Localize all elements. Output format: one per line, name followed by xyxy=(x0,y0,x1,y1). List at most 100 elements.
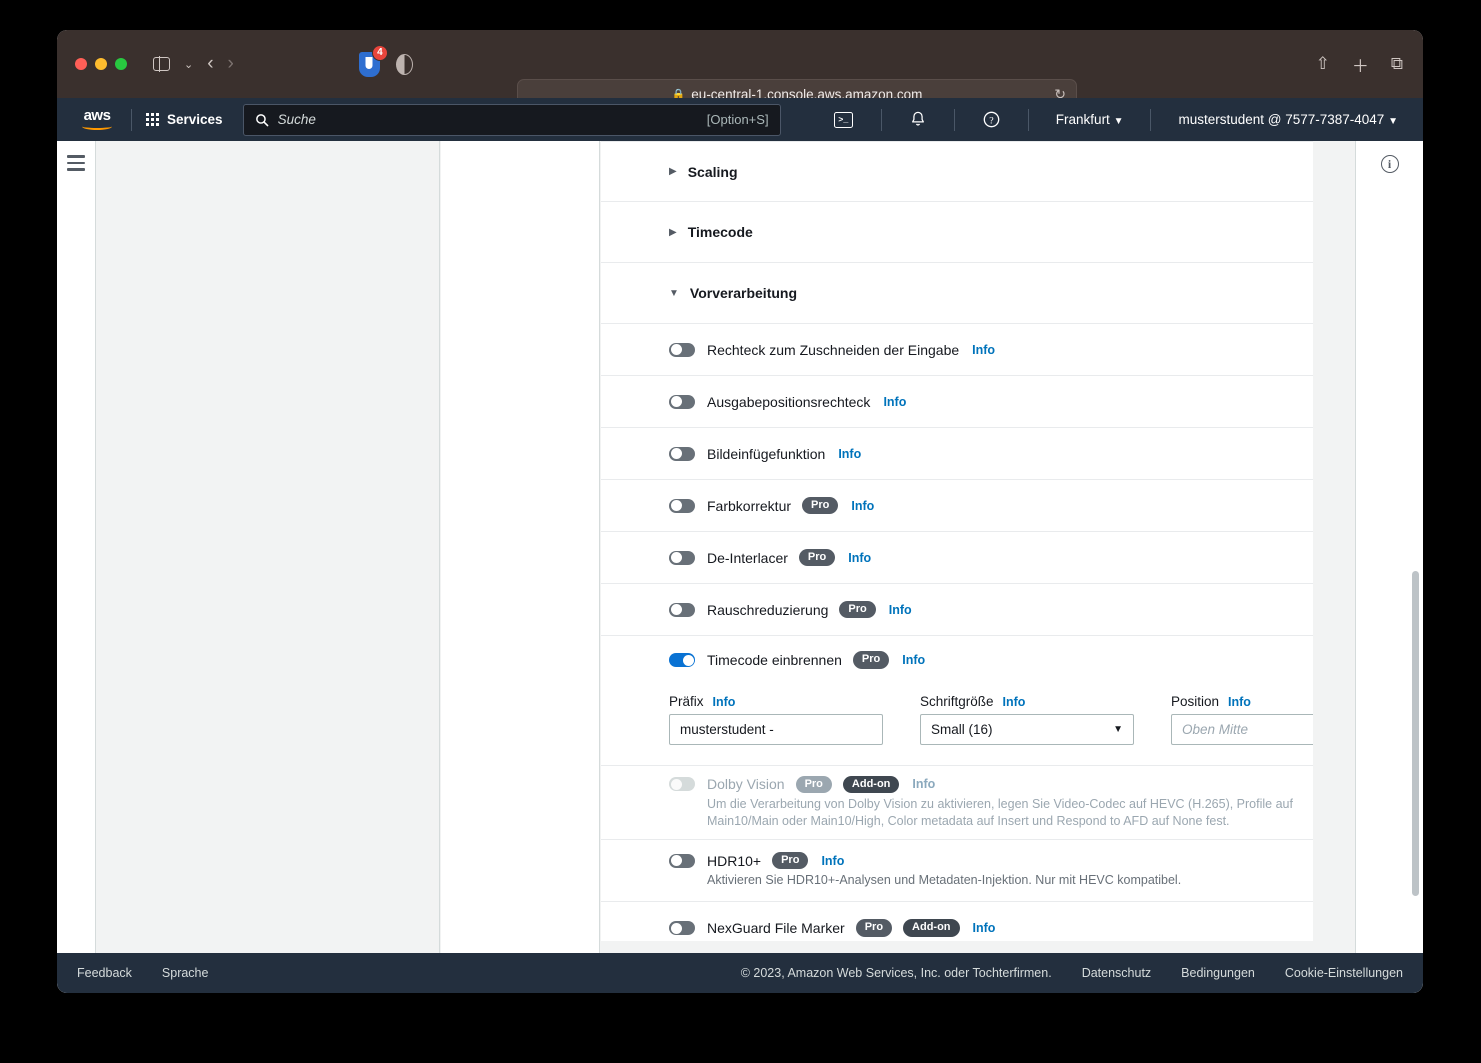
field-label: Präfix xyxy=(669,694,704,709)
addon-badge: Add-on xyxy=(903,919,960,937)
chevron-down-icon[interactable]: ⌄ xyxy=(184,58,193,71)
section-title: Vorverarbeitung xyxy=(689,285,798,301)
svg-text:?: ? xyxy=(989,115,993,126)
browser-toolbar: ⌄ ‹ › 4 🔒 eu-central-1.console.aws.amazo… xyxy=(57,30,1423,109)
browser-window: ⌄ ‹ › 4 🔒 eu-central-1.console.aws.amazo… xyxy=(57,30,1423,993)
section-header-scaling[interactable]: ▶ Scaling xyxy=(601,141,1313,202)
toggle-timecode-burnin[interactable] xyxy=(669,653,695,667)
option-label: Rechteck zum Zuschneiden der Eingabe xyxy=(707,341,960,358)
info-link[interactable]: Info xyxy=(848,551,871,565)
option-label: NexGuard File Marker xyxy=(707,920,845,936)
option-label: Ausgabepositionsrechteck xyxy=(707,393,871,410)
toggle-nexguard[interactable] xyxy=(669,921,695,935)
global-nav-right: >_ ? Frankfurt ▼ musterstudent @ 7577-73… xyxy=(820,108,1411,131)
option-label: De-Interlacer xyxy=(707,549,788,566)
search-icon xyxy=(255,113,268,126)
chevron-down-icon: ▼ xyxy=(1113,724,1123,735)
option-row-position-rectangle: Ausgabepositionsrechteck Info xyxy=(601,376,1313,428)
question-circle-icon[interactable]: ? xyxy=(969,111,1014,128)
pro-badge: Pro xyxy=(839,600,876,619)
divider xyxy=(953,108,955,131)
hamburger-menu-icon[interactable] xyxy=(67,155,85,953)
copyright-text: © 2023, Amazon Web Services, Inc. oder T… xyxy=(740,966,1052,980)
info-circle-icon[interactable]: i xyxy=(1380,155,1399,173)
browser-extensions: 4 xyxy=(358,44,413,77)
section-header-timecode[interactable]: ▶ Timecode xyxy=(601,202,1313,263)
prefix-input[interactable] xyxy=(669,714,883,745)
share-icon[interactable]: ⇧ xyxy=(1316,54,1330,74)
field-fontsize: Schriftgröße Info Small (16) ▼ xyxy=(920,694,1134,745)
reader-contrast-icon[interactable] xyxy=(395,53,413,75)
info-link[interactable]: Info xyxy=(973,921,996,935)
pro-badge: Pro xyxy=(798,548,836,567)
region-selector[interactable]: Frankfurt ▼ xyxy=(1043,112,1137,127)
info-link[interactable]: Info xyxy=(902,653,925,667)
maximize-window-button[interactable] xyxy=(115,58,127,70)
addon-badge: Add-on xyxy=(842,775,900,793)
toggle-noise-reducer[interactable] xyxy=(669,602,695,617)
cloudshell-button[interactable]: >_ xyxy=(820,111,867,128)
position-placeholder: Oben Mitte xyxy=(1182,722,1249,737)
info-link[interactable]: Info xyxy=(912,777,935,791)
aws-logo[interactable]: aws xyxy=(77,108,117,130)
chevron-right-icon: ▶ xyxy=(669,166,677,177)
divider xyxy=(131,108,132,131)
position-select[interactable]: Oben Mitte ▼ xyxy=(1171,714,1313,745)
option-row-timecode-burnin: Timecode einbrennen Pro Info xyxy=(601,636,1313,684)
option-label: HDR10+ xyxy=(707,852,762,869)
back-arrow-icon[interactable]: ‹ xyxy=(207,53,213,75)
search-input[interactable]: Suche [Option+S] xyxy=(242,103,781,136)
info-link[interactable]: Info xyxy=(1228,695,1251,709)
minimize-window-button[interactable] xyxy=(95,58,107,70)
forward-arrow-icon[interactable]: › xyxy=(228,53,234,75)
sidebar-toggle-icon[interactable] xyxy=(153,56,170,72)
divider xyxy=(1150,108,1152,131)
toggle-image-inserter[interactable] xyxy=(669,446,695,461)
option-label: Timecode einbrennen xyxy=(707,652,842,668)
info-link[interactable]: Info xyxy=(713,695,736,709)
option-row-deinterlacer: De-Interlacer Pro Info xyxy=(601,532,1313,584)
close-window-button[interactable] xyxy=(75,58,87,70)
terms-link[interactable]: Bedingungen xyxy=(1181,966,1255,980)
toggle-hdr10plus[interactable] xyxy=(669,853,695,868)
info-link[interactable]: Info xyxy=(821,854,844,868)
window-traffic-lights xyxy=(75,58,127,70)
tab-overview-icon[interactable]: ⧉ xyxy=(1391,54,1403,74)
plus-icon[interactable]: ＋ xyxy=(1352,52,1369,77)
info-link[interactable]: Info xyxy=(889,603,912,617)
info-link[interactable]: Info xyxy=(883,395,906,409)
language-link[interactable]: Sprache xyxy=(162,966,209,980)
cookie-settings-link[interactable]: Cookie-Einstellungen xyxy=(1285,966,1403,980)
fontsize-select[interactable]: Small (16) ▼ xyxy=(920,714,1134,745)
toggle-crop-rectangle[interactable] xyxy=(669,342,695,357)
info-link[interactable]: Info xyxy=(838,447,861,461)
option-label: Farbkorrektur xyxy=(707,497,792,514)
grid-icon xyxy=(146,113,159,126)
section-title: Timecode xyxy=(687,224,753,240)
main-content-scroll-area[interactable]: ▶ Scaling ▶ Timecode ▼ Vorverarbeitung R… xyxy=(601,141,1313,953)
divider xyxy=(1027,108,1029,131)
pro-badge: Pro xyxy=(772,852,809,870)
browser-toolbar-actions: ⇧ ＋ ⧉ xyxy=(1316,52,1403,77)
toggle-position-rectangle[interactable] xyxy=(669,394,695,409)
services-menu-button[interactable]: Services xyxy=(146,112,223,127)
toggle-deinterlacer[interactable] xyxy=(669,550,695,565)
aws-global-navigation: aws Services Suche [Option+S] >_ ? Frank… xyxy=(57,98,1423,141)
info-link[interactable]: Info xyxy=(851,499,874,513)
privacy-link[interactable]: Datenschutz xyxy=(1082,966,1151,980)
section-header-vorverarbeitung[interactable]: ▼ Vorverarbeitung xyxy=(601,263,1313,324)
field-label: Position xyxy=(1171,694,1220,709)
pro-badge: Pro xyxy=(852,651,890,669)
option-row-color-corrector: Farbkorrektur Pro Info xyxy=(601,480,1313,532)
info-link[interactable]: Info xyxy=(1003,695,1026,709)
ublock-extension-icon[interactable]: 4 xyxy=(358,44,388,77)
bell-icon[interactable] xyxy=(896,111,940,128)
option-label: Dolby Vision xyxy=(707,776,785,793)
feedback-link[interactable]: Feedback xyxy=(77,966,132,980)
info-link[interactable]: Info xyxy=(972,343,995,357)
vertical-scrollbar-thumb[interactable] xyxy=(1412,571,1419,896)
section-title: Scaling xyxy=(687,163,738,180)
side-navigation-panel xyxy=(97,141,440,953)
account-menu[interactable]: musterstudent @ 7577-7387-4047 ▼ xyxy=(1165,112,1411,127)
toggle-color-corrector[interactable] xyxy=(669,498,695,513)
